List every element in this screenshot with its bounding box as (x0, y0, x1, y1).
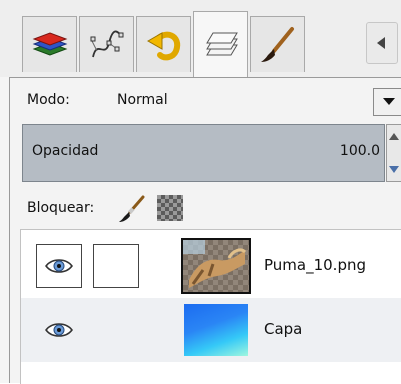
lock-label: Bloquear: (27, 200, 95, 216)
mode-select-value[interactable]: Normal (117, 92, 168, 108)
tab-undo-history[interactable] (136, 16, 191, 72)
dock-tab-strip (0, 0, 401, 77)
spin-down-icon[interactable] (389, 166, 399, 173)
opacity-value: 100.0 (339, 143, 380, 159)
layer-row[interactable]: Puma_10.png (21, 234, 401, 298)
chevron-down-icon (383, 98, 395, 105)
layer-row[interactable]: Capa (21, 298, 401, 362)
tab-layers-pages[interactable] (193, 11, 248, 77)
layer-thumbnail-image[interactable] (181, 238, 251, 294)
lock-pixels-brush-icon[interactable] (117, 194, 147, 224)
layer-name[interactable]: Puma_10.png (264, 256, 366, 274)
mode-dropdown-button[interactable] (373, 88, 401, 116)
layer-visibility-toggle[interactable] (36, 308, 82, 352)
undo-history-icon (146, 31, 180, 60)
layers-dockable: Modo: Normal Opacidad 100.0 Bloquear: Pu… (9, 77, 401, 384)
layer-visibility-toggle[interactable] (36, 244, 82, 288)
layers-list: Puma_10.png Capa (20, 229, 401, 384)
paths-icon (90, 30, 123, 57)
layer-chain-toggle[interactable] (93, 244, 139, 288)
layer-name[interactable]: Capa (264, 320, 302, 338)
paintbrush-icon (260, 26, 294, 62)
lock-alpha-checker-icon[interactable] (157, 195, 183, 221)
opacity-spinner[interactable] (386, 124, 401, 182)
mode-row: Modo: Normal (10, 78, 401, 124)
lock-row: Bloquear: (10, 190, 401, 228)
eye-icon (45, 259, 73, 273)
opacity-slider[interactable]: Opacidad 100.0 (22, 124, 385, 182)
layers-dock-panel: Modo: Normal Opacidad 100.0 Bloquear: Pu… (0, 0, 401, 384)
tab-overflow-menu-button[interactable] (366, 22, 398, 64)
spin-up-icon[interactable] (389, 133, 399, 140)
layers-stack-icon (32, 31, 67, 56)
panel-menu-icon (377, 37, 385, 49)
tab-layers-stack[interactable] (22, 16, 77, 72)
mode-label: Modo: (27, 92, 70, 108)
puma-image-icon (183, 240, 249, 292)
opacity-label: Opacidad (32, 143, 99, 159)
eye-icon (45, 323, 73, 337)
tab-paths[interactable] (79, 16, 134, 72)
layers-pages-icon (205, 32, 238, 55)
tab-paintbrush[interactable] (250, 16, 305, 72)
layer-thumbnail-gradient[interactable] (184, 304, 248, 356)
